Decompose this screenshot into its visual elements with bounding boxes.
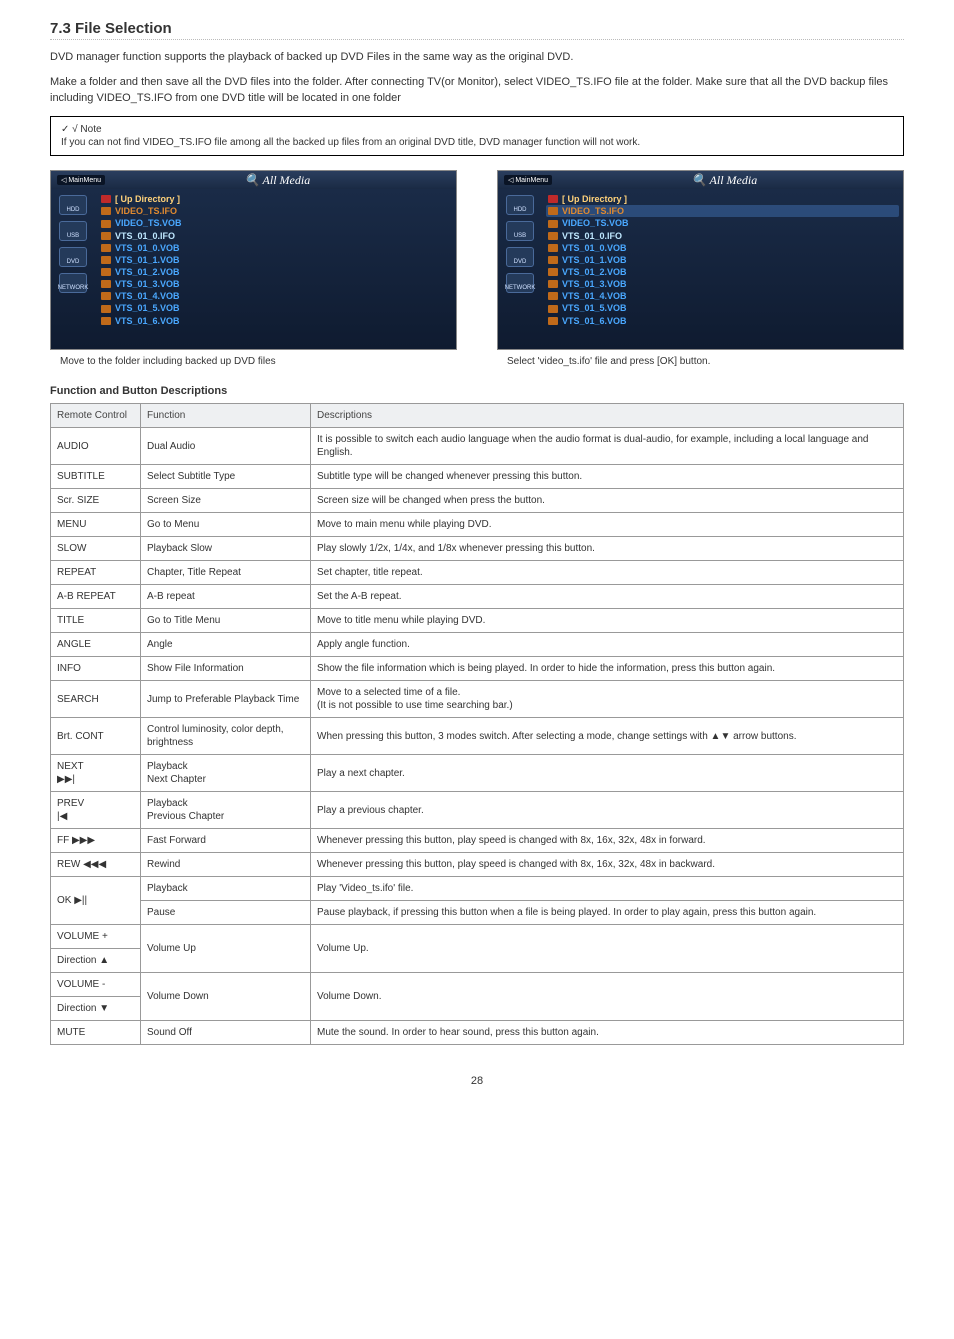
table-row: Pause Pause playback, if pressing this b… [51, 901, 904, 925]
table-row: VOLUME - Volume Down Volume Down. [51, 973, 904, 997]
table-row: REPEATChapter, Title RepeatSet chapter, … [51, 561, 904, 585]
th-remote-control: Remote Control [51, 404, 141, 428]
mainmenu-badge: ◁ MainMenu [57, 175, 105, 185]
intro-p1: DVD manager function supports the playba… [50, 50, 904, 65]
table-row: SUBTITLESelect Subtitle TypeSubtitle typ… [51, 465, 904, 489]
side-icons: HDD USB DVD NETWORK [51, 189, 95, 349]
table-row: Scr. SIZEScreen SizeScreen size will be … [51, 489, 904, 513]
table-row: Brt. CONTControl luminosity, color depth… [51, 718, 904, 755]
side-usb-icon: USB [506, 221, 534, 241]
table-row: NEXT▶▶| Playback Next Chapter Play a nex… [51, 755, 904, 792]
note-text: If you can not find VIDEO_TS.IFO file am… [61, 136, 893, 149]
function-button-descriptions-title: Function and Button Descriptions [50, 385, 904, 397]
table-row: MUTESound OffMute the sound. In order to… [51, 1021, 904, 1045]
side-usb-icon: USB [59, 221, 87, 241]
allmedia-title: 🔍 All Media [692, 173, 757, 188]
section-divider [50, 39, 904, 40]
table-row: VOLUME + Volume Up Volume Up. [51, 925, 904, 949]
table-row: REW ◀◀◀RewindWhenever pressing this butt… [51, 853, 904, 877]
note-box: ✓ √ Note If you can not find VIDEO_TS.IF… [50, 116, 904, 156]
side-icons: HDD USB DVD NETWORK [498, 189, 542, 349]
page-number: 28 [50, 1075, 904, 1087]
function-table: Remote Control Function Descriptions AUD… [50, 403, 904, 1045]
screenshot-footer: Path: /hdd/DISK1/Movie/Movie/Korean/[DVD… [498, 349, 903, 350]
file-list-left: [ Up Directory ] VIDEO_TS.IFO VIDEO_TS.V… [95, 189, 456, 349]
side-hdd-icon: HDD [506, 195, 534, 215]
table-row: INFOShow File InformationShow the file i… [51, 657, 904, 681]
table-row: FF ▶▶▶Fast ForwardWhenever pressing this… [51, 829, 904, 853]
th-function: Function [141, 404, 311, 428]
screenshot-right: ◁ MainMenu 🔍 All Media HDD USB DVD NETWO… [497, 170, 904, 350]
table-row: OK ▶|| Playback Play 'Video_ts.ifo' file… [51, 877, 904, 901]
table-row: MENUGo to MenuMove to main menu while pl… [51, 513, 904, 537]
side-dvd-icon: DVD [506, 247, 534, 267]
side-net-icon: NETWORK [59, 273, 87, 293]
side-net-icon: NETWORK [506, 273, 534, 293]
table-row: SLOWPlayback SlowPlay slowly 1/2x, 1/4x,… [51, 537, 904, 561]
screenshot-left: ◁ MainMenu 🔍 All Media HDD USB DVD NETWO… [50, 170, 457, 350]
screenshots-row: ◁ MainMenu 🔍 All Media HDD USB DVD NETWO… [50, 170, 904, 367]
table-row: ANGLEAngleApply angle function. [51, 633, 904, 657]
caption-right: Select 'video_ts.ifo' file and press [OK… [497, 356, 904, 367]
table-row: AUDIODual AudioIt is possible to switch … [51, 428, 904, 465]
table-row: A-B REPEATA-B repeatSet the A-B repeat. [51, 585, 904, 609]
side-hdd-icon: HDD [59, 195, 87, 215]
table-row: SEARCHJump to Preferable Playback TimeMo… [51, 681, 904, 718]
intro-block: DVD manager function supports the playba… [50, 50, 904, 106]
mainmenu-badge: ◁ MainMenu [504, 175, 552, 185]
note-label: ✓ √ Note [61, 123, 893, 136]
table-row: TITLEGo to Title MenuMove to title menu … [51, 609, 904, 633]
side-dvd-icon: DVD [59, 247, 87, 267]
section-title: 7.3 File Selection [50, 20, 904, 37]
th-descriptions: Descriptions [311, 404, 904, 428]
allmedia-title: 🔍 All Media [245, 173, 310, 188]
caption-left: Move to the folder including backed up D… [50, 356, 457, 367]
intro-p2: Make a folder and then save all the DVD … [50, 75, 904, 106]
file-list-right: [ Up Directory ] VIDEO_TS.IFO VIDEO_TS.V… [542, 189, 903, 349]
table-row: PREV|◀ Playback Previous Chapter Play a … [51, 792, 904, 829]
